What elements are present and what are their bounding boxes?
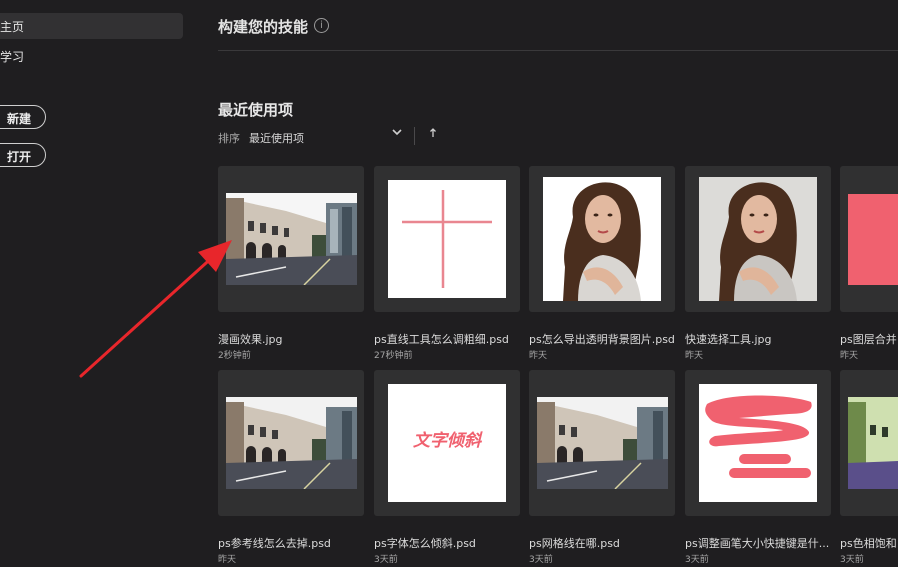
file-card[interactable] (685, 166, 831, 312)
file-name[interactable]: ps参考线怎么去掉.psd (218, 535, 331, 551)
file-card[interactable] (218, 370, 364, 516)
new-button-label: 新建 (7, 112, 32, 126)
thumbnail-pink (848, 194, 898, 285)
arrow-up-icon[interactable] (429, 128, 437, 141)
file-name[interactable]: ps字体怎么倾斜.psd (374, 535, 476, 551)
sidebar-item-label: 主页 (0, 20, 25, 34)
file-name[interactable]: 快速选择工具.jpg (685, 331, 772, 347)
file-time: 昨天 (218, 555, 237, 565)
thumbnail-italic-text: 文字倾斜 (388, 384, 506, 502)
file-time: 3天前 (374, 555, 398, 565)
thumbnail-street-color (848, 397, 898, 489)
sidebar-item-label: 学习 (0, 50, 25, 64)
sort-label: 排序 (218, 132, 240, 145)
sidebar-item-learn[interactable]: 学习 (0, 43, 183, 69)
open-button-label: 打开 (7, 150, 32, 164)
file-name[interactable]: 漫画效果.jpg (218, 331, 283, 347)
thumbnail-brush-strokes (699, 384, 817, 502)
file-name[interactable]: ps网格线在哪.psd (529, 535, 620, 551)
open-button[interactable]: 打开 (0, 143, 46, 167)
thumbnail-street (226, 397, 357, 489)
file-time: 昨天 (685, 351, 704, 361)
file-card[interactable] (529, 166, 675, 312)
file-card[interactable] (840, 370, 898, 516)
chevron-down-icon[interactable] (392, 127, 402, 140)
sidebar-item-home[interactable]: 主页 (0, 13, 183, 39)
divider (218, 50, 898, 51)
app-window: 主页 学习 新建 打开 构建您的技能 i 最近使用项 排序 最近使用项 漫画效果… (0, 0, 898, 567)
thumbnail-portrait (543, 177, 661, 301)
sidebar: 主页 学习 新建 打开 (0, 0, 195, 567)
file-time: 27秒钟前 (374, 351, 413, 361)
thumbnail-street (537, 397, 668, 489)
file-time: 2秒钟前 (218, 351, 251, 361)
file-name[interactable]: ps直线工具怎么调粗细.psd (374, 331, 509, 347)
file-time: 3天前 (840, 555, 864, 565)
recent-title: 最近使用项 (218, 101, 294, 119)
file-time: 3天前 (685, 555, 709, 565)
file-card[interactable] (840, 166, 898, 312)
new-button[interactable]: 新建 (0, 105, 46, 129)
file-card[interactable] (374, 166, 520, 312)
file-time: 昨天 (840, 351, 859, 361)
file-card[interactable]: 文字倾斜 (374, 370, 520, 516)
file-time: 3天前 (529, 555, 553, 565)
info-icon[interactable]: i (314, 18, 329, 33)
thumbnail-portrait-gray (699, 177, 817, 301)
file-card[interactable] (529, 370, 675, 516)
sort-dropdown[interactable]: 最近使用项 (249, 130, 304, 146)
file-time: 昨天 (529, 351, 548, 361)
thumbnail-street (226, 193, 357, 285)
file-card[interactable] (218, 166, 364, 312)
file-name[interactable]: ps色相饱和 (840, 535, 898, 551)
thumbnail-cross (388, 180, 506, 298)
page-title: 构建您的技能 (218, 18, 309, 36)
thumbnail-text: 文字倾斜 (413, 431, 481, 451)
file-name[interactable]: ps调整画笔大小快捷键是什... (685, 535, 835, 551)
sort-separator (414, 127, 415, 145)
file-name[interactable]: ps怎么导出透明背景图片.psd (529, 331, 675, 347)
file-card[interactable] (685, 370, 831, 516)
file-name[interactable]: ps图层合并 (840, 331, 898, 347)
